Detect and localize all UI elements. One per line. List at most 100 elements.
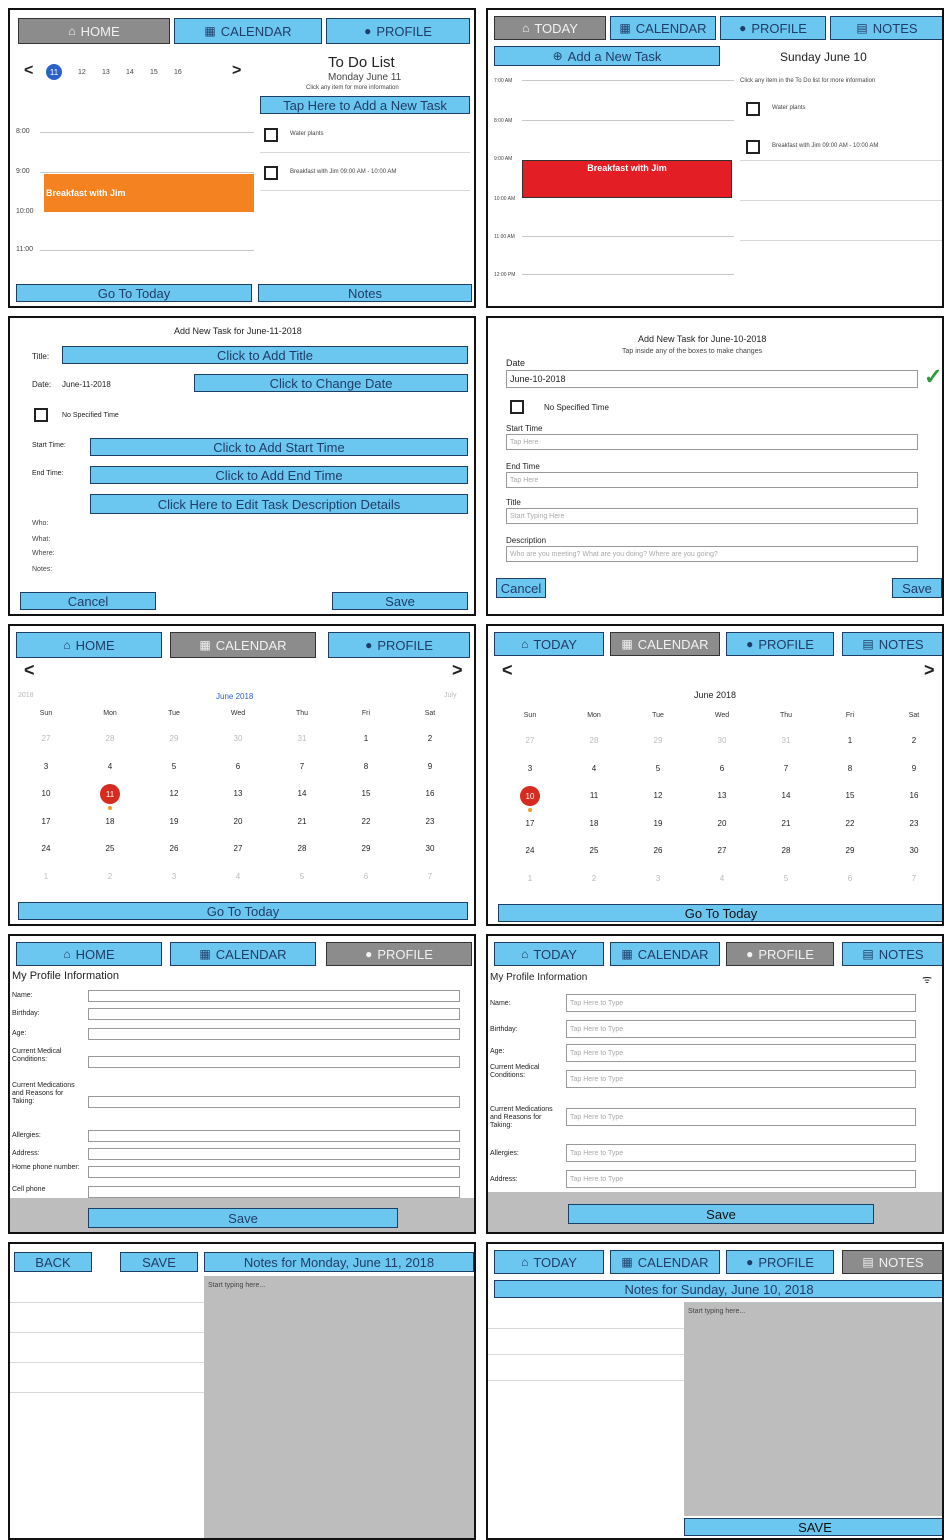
nav-calendar-button[interactable]: ▦ CALENDAR	[170, 632, 316, 658]
calendar-day[interactable]: 6	[354, 872, 378, 881]
nav-notes-button[interactable]: ▤ NOTES	[842, 632, 942, 656]
task-checkbox[interactable]	[264, 166, 278, 180]
nav-notes-button[interactable]: ▤ NOTES	[842, 942, 942, 966]
save-button[interactable]: Save	[332, 592, 468, 610]
calendar-day[interactable]: 3	[162, 872, 186, 881]
description-field[interactable]: Who are you meeting? What are you doing?…	[506, 546, 918, 562]
nav-profile-button[interactable]: ● PROFILE	[328, 632, 470, 658]
calendar-day[interactable]: 27	[226, 844, 250, 853]
profile-input[interactable]: Tap Here to Type	[566, 1108, 916, 1126]
nav-today-button[interactable]: ⌂ TODAY	[494, 942, 604, 966]
profile-input[interactable]	[88, 1130, 460, 1142]
calendar-day[interactable]: 16	[902, 791, 926, 800]
no-time-checkbox[interactable]	[34, 408, 48, 422]
next-week-button[interactable]: >	[232, 62, 241, 80]
calendar-day[interactable]: 8	[354, 762, 378, 771]
calendar-day[interactable]: 24	[34, 844, 58, 853]
go-to-today-button[interactable]: Go To Today	[18, 902, 468, 920]
calendar-day[interactable]: 4	[582, 764, 606, 773]
calendar-day[interactable]: 6	[710, 764, 734, 773]
calendar-day[interactable]: 3	[518, 764, 542, 773]
calendar-day[interactable]: 25	[98, 844, 122, 853]
next-month-button[interactable]: >	[452, 660, 463, 681]
nav-home-button[interactable]: ⌂ HOME	[16, 632, 162, 658]
profile-input[interactable]	[88, 1148, 460, 1160]
calendar-day[interactable]: 22	[838, 819, 862, 828]
calendar-day[interactable]: 29	[354, 844, 378, 853]
calendar-day[interactable]: 30	[710, 736, 734, 745]
calendar-day[interactable]: 3	[646, 874, 670, 883]
end-time-button[interactable]: Click to Add End Time	[90, 466, 468, 484]
profile-input[interactable]	[88, 1056, 460, 1068]
profile-input[interactable]: Tap Here to Type	[566, 1144, 916, 1162]
nav-profile-button[interactable]: ● PROFILE	[720, 16, 826, 40]
calendar-day[interactable]: 7	[774, 764, 798, 773]
task-checkbox[interactable]	[746, 102, 760, 116]
event-block[interactable]: Breakfast with Jim	[44, 174, 254, 212]
start-time-field[interactable]: Tap Here	[506, 434, 918, 450]
calendar-day[interactable]: 26	[646, 846, 670, 855]
calendar-day[interactable]: 14	[290, 789, 314, 798]
calendar-day[interactable]: 31	[290, 734, 314, 743]
notes-textarea[interactable]: Start typing here...	[204, 1276, 474, 1538]
next-month-button[interactable]: >	[924, 660, 935, 681]
selected-day[interactable]: 11	[100, 784, 120, 804]
calendar-day[interactable]: 28	[582, 736, 606, 745]
nav-calendar-button[interactable]: ▦ CALENDAR	[610, 942, 720, 966]
calendar-day[interactable]: 13	[226, 789, 250, 798]
nav-today-button[interactable]: ⌂ TODAY	[494, 632, 604, 656]
add-title-button[interactable]: Click to Add Title	[62, 346, 468, 364]
back-button[interactable]: BACK	[14, 1252, 92, 1272]
calendar-day[interactable]: 15	[838, 791, 862, 800]
calendar-day[interactable]: 25	[582, 846, 606, 855]
nav-home-button[interactable]: ⌂ HOME	[16, 942, 162, 966]
calendar-day[interactable]: 10	[34, 789, 58, 798]
calendar-day[interactable]: 29	[162, 734, 186, 743]
nav-calendar-button[interactable]: ▦ CALENDAR	[170, 942, 316, 966]
calendar-day[interactable]: 5	[646, 764, 670, 773]
nav-calendar-button[interactable]: ▦ CALENDAR	[610, 632, 720, 656]
calendar-day[interactable]: 27	[710, 846, 734, 855]
profile-input[interactable]	[88, 1008, 460, 1020]
prev-month-button[interactable]: <	[502, 660, 513, 681]
calendar-day[interactable]: 18	[98, 817, 122, 826]
date-field[interactable]: June-10-2018	[506, 370, 918, 388]
calendar-day[interactable]: 19	[646, 819, 670, 828]
profile-input[interactable]: Tap Here to Type	[566, 1170, 916, 1188]
checkmark-icon[interactable]: ✓	[924, 364, 942, 390]
day-12[interactable]: 12	[78, 69, 86, 76]
nav-notes-button[interactable]: ▤ NOTES	[842, 1250, 942, 1274]
nav-profile-button[interactable]: ● PROFILE	[326, 18, 470, 44]
save-button[interactable]: Save	[892, 578, 942, 598]
selected-day[interactable]: 11	[46, 64, 62, 80]
nav-today-button[interactable]: ⌂ TODAY	[494, 16, 606, 40]
save-button[interactable]: SAVE	[120, 1252, 198, 1272]
calendar-day[interactable]: 3	[34, 762, 58, 771]
no-time-checkbox[interactable]	[510, 400, 524, 414]
event-block[interactable]: Breakfast with Jim	[522, 160, 732, 198]
calendar-day[interactable]: 20	[710, 819, 734, 828]
calendar-day[interactable]: 17	[34, 817, 58, 826]
calendar-day[interactable]: 5	[774, 874, 798, 883]
calendar-day[interactable]: 12	[646, 791, 670, 800]
add-task-button[interactable]: ⊕ Add a New Task	[494, 46, 720, 66]
calendar-day[interactable]: 4	[226, 872, 250, 881]
calendar-day[interactable]: 15	[354, 789, 378, 798]
nav-profile-button[interactable]: ● PROFILE	[326, 942, 472, 966]
profile-input[interactable]: Tap Here to Type	[566, 994, 916, 1012]
calendar-day[interactable]: 2	[582, 874, 606, 883]
edit-description-button[interactable]: Click Here to Edit Task Description Deta…	[90, 494, 468, 514]
calendar-day[interactable]: 1	[518, 874, 542, 883]
nav-home-button[interactable]: ⌂ HOME	[18, 18, 170, 44]
calendar-day[interactable]: 30	[418, 844, 442, 853]
calendar-day[interactable]: 27	[518, 736, 542, 745]
calendar-day[interactable]: 16	[418, 789, 442, 798]
nav-profile-button[interactable]: ● PROFILE	[726, 1250, 834, 1274]
nav-profile-button[interactable]: ● PROFILE	[726, 632, 834, 656]
calendar-day[interactable]: 12	[162, 789, 186, 798]
calendar-day[interactable]: 24	[518, 846, 542, 855]
profile-input[interactable]	[88, 1028, 460, 1040]
calendar-day[interactable]: 14	[774, 791, 798, 800]
add-task-button[interactable]: Tap Here to Add a New Task	[260, 96, 470, 114]
calendar-day[interactable]: 29	[838, 846, 862, 855]
